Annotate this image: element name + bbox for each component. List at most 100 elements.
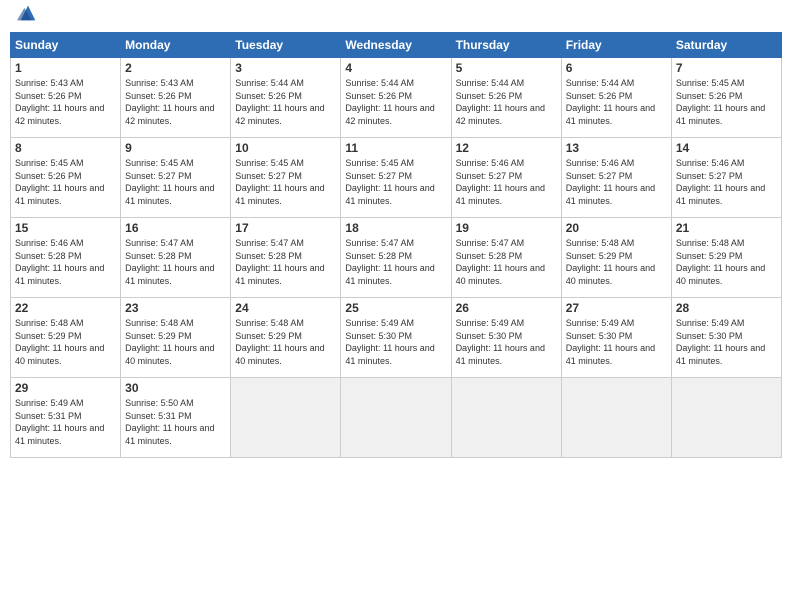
- sunrise-label: Sunrise: 5:46 AM: [456, 158, 525, 168]
- calendar-week-1: 1 Sunrise: 5:43 AM Sunset: 5:26 PM Dayli…: [11, 58, 782, 138]
- sunrise-label: Sunrise: 5:45 AM: [125, 158, 194, 168]
- header-friday: Friday: [561, 33, 671, 58]
- sunrise-label: Sunrise: 5:44 AM: [456, 78, 525, 88]
- header-monday: Monday: [121, 33, 231, 58]
- page-header: [10, 10, 782, 24]
- daylight-label: Daylight: 11 hours and 41 minutes.: [676, 343, 765, 366]
- sunrise-label: Sunrise: 5:48 AM: [15, 318, 84, 328]
- day-number: 26: [456, 301, 557, 315]
- day-number: 14: [676, 141, 777, 155]
- sunrise-label: Sunrise: 5:44 AM: [566, 78, 635, 88]
- calendar-cell: 13 Sunrise: 5:46 AM Sunset: 5:27 PM Dayl…: [561, 138, 671, 218]
- calendar-cell: [671, 378, 781, 458]
- day-info: Sunrise: 5:45 AM Sunset: 5:27 PM Dayligh…: [345, 157, 446, 207]
- day-info: Sunrise: 5:46 AM Sunset: 5:27 PM Dayligh…: [566, 157, 667, 207]
- daylight-label: Daylight: 11 hours and 41 minutes.: [235, 263, 324, 286]
- daylight-label: Daylight: 11 hours and 41 minutes.: [456, 183, 545, 206]
- daylight-label: Daylight: 11 hours and 41 minutes.: [235, 183, 324, 206]
- calendar-cell: 18 Sunrise: 5:47 AM Sunset: 5:28 PM Dayl…: [341, 218, 451, 298]
- sunset-label: Sunset: 5:26 PM: [676, 91, 743, 101]
- day-info: Sunrise: 5:47 AM Sunset: 5:28 PM Dayligh…: [125, 237, 226, 287]
- sunrise-label: Sunrise: 5:45 AM: [15, 158, 84, 168]
- day-info: Sunrise: 5:44 AM Sunset: 5:26 PM Dayligh…: [456, 77, 557, 127]
- day-info: Sunrise: 5:50 AM Sunset: 5:31 PM Dayligh…: [125, 397, 226, 447]
- day-number: 15: [15, 221, 116, 235]
- sunrise-label: Sunrise: 5:50 AM: [125, 398, 194, 408]
- logo: [15, 10, 39, 24]
- sunset-label: Sunset: 5:31 PM: [125, 411, 192, 421]
- sunset-label: Sunset: 5:29 PM: [125, 331, 192, 341]
- day-number: 16: [125, 221, 226, 235]
- calendar-cell: 19 Sunrise: 5:47 AM Sunset: 5:28 PM Dayl…: [451, 218, 561, 298]
- logo-icon: [17, 2, 39, 24]
- sunrise-label: Sunrise: 5:48 AM: [125, 318, 194, 328]
- calendar-body: 1 Sunrise: 5:43 AM Sunset: 5:26 PM Dayli…: [11, 58, 782, 458]
- calendar-cell: 30 Sunrise: 5:50 AM Sunset: 5:31 PM Dayl…: [121, 378, 231, 458]
- day-number: 9: [125, 141, 226, 155]
- calendar-cell: 26 Sunrise: 5:49 AM Sunset: 5:30 PM Dayl…: [451, 298, 561, 378]
- daylight-label: Daylight: 11 hours and 41 minutes.: [345, 343, 434, 366]
- calendar-table: SundayMondayTuesdayWednesdayThursdayFrid…: [10, 32, 782, 458]
- sunset-label: Sunset: 5:28 PM: [15, 251, 82, 261]
- day-number: 22: [15, 301, 116, 315]
- sunrise-label: Sunrise: 5:45 AM: [676, 78, 745, 88]
- day-info: Sunrise: 5:48 AM Sunset: 5:29 PM Dayligh…: [235, 317, 336, 367]
- calendar-cell: 9 Sunrise: 5:45 AM Sunset: 5:27 PM Dayli…: [121, 138, 231, 218]
- day-info: Sunrise: 5:49 AM Sunset: 5:30 PM Dayligh…: [345, 317, 446, 367]
- day-info: Sunrise: 5:45 AM Sunset: 5:27 PM Dayligh…: [235, 157, 336, 207]
- day-number: 6: [566, 61, 667, 75]
- day-number: 30: [125, 381, 226, 395]
- calendar-cell: 25 Sunrise: 5:49 AM Sunset: 5:30 PM Dayl…: [341, 298, 451, 378]
- day-number: 19: [456, 221, 557, 235]
- calendar-cell: 24 Sunrise: 5:48 AM Sunset: 5:29 PM Dayl…: [231, 298, 341, 378]
- calendar-cell: 16 Sunrise: 5:47 AM Sunset: 5:28 PM Dayl…: [121, 218, 231, 298]
- daylight-label: Daylight: 11 hours and 41 minutes.: [15, 423, 104, 446]
- daylight-label: Daylight: 11 hours and 41 minutes.: [456, 343, 545, 366]
- calendar-cell: 5 Sunrise: 5:44 AM Sunset: 5:26 PM Dayli…: [451, 58, 561, 138]
- sunset-label: Sunset: 5:26 PM: [15, 91, 82, 101]
- day-number: 1: [15, 61, 116, 75]
- daylight-label: Daylight: 11 hours and 41 minutes.: [125, 263, 214, 286]
- day-info: Sunrise: 5:46 AM Sunset: 5:27 PM Dayligh…: [456, 157, 557, 207]
- calendar-cell: 3 Sunrise: 5:44 AM Sunset: 5:26 PM Dayli…: [231, 58, 341, 138]
- day-info: Sunrise: 5:44 AM Sunset: 5:26 PM Dayligh…: [235, 77, 336, 127]
- calendar-cell: 17 Sunrise: 5:47 AM Sunset: 5:28 PM Dayl…: [231, 218, 341, 298]
- sunset-label: Sunset: 5:29 PM: [676, 251, 743, 261]
- calendar-cell: 22 Sunrise: 5:48 AM Sunset: 5:29 PM Dayl…: [11, 298, 121, 378]
- daylight-label: Daylight: 11 hours and 41 minutes.: [345, 183, 434, 206]
- logo-text: [15, 10, 39, 24]
- daylight-label: Daylight: 11 hours and 41 minutes.: [566, 103, 655, 126]
- day-info: Sunrise: 5:47 AM Sunset: 5:28 PM Dayligh…: [456, 237, 557, 287]
- daylight-label: Daylight: 11 hours and 41 minutes.: [676, 183, 765, 206]
- day-number: 29: [15, 381, 116, 395]
- day-number: 7: [676, 61, 777, 75]
- calendar-cell: 11 Sunrise: 5:45 AM Sunset: 5:27 PM Dayl…: [341, 138, 451, 218]
- sunrise-label: Sunrise: 5:48 AM: [235, 318, 304, 328]
- sunrise-label: Sunrise: 5:44 AM: [345, 78, 414, 88]
- header-thursday: Thursday: [451, 33, 561, 58]
- sunset-label: Sunset: 5:28 PM: [125, 251, 192, 261]
- sunset-label: Sunset: 5:27 PM: [566, 171, 633, 181]
- calendar-cell: [561, 378, 671, 458]
- daylight-label: Daylight: 11 hours and 41 minutes.: [345, 263, 434, 286]
- sunset-label: Sunset: 5:26 PM: [456, 91, 523, 101]
- calendar-cell: 8 Sunrise: 5:45 AM Sunset: 5:26 PM Dayli…: [11, 138, 121, 218]
- daylight-label: Daylight: 11 hours and 41 minutes.: [566, 343, 655, 366]
- calendar-week-5: 29 Sunrise: 5:49 AM Sunset: 5:31 PM Dayl…: [11, 378, 782, 458]
- sunset-label: Sunset: 5:30 PM: [676, 331, 743, 341]
- calendar-week-2: 8 Sunrise: 5:45 AM Sunset: 5:26 PM Dayli…: [11, 138, 782, 218]
- sunset-label: Sunset: 5:29 PM: [235, 331, 302, 341]
- sunset-label: Sunset: 5:30 PM: [345, 331, 412, 341]
- day-info: Sunrise: 5:49 AM Sunset: 5:30 PM Dayligh…: [456, 317, 557, 367]
- sunset-label: Sunset: 5:27 PM: [125, 171, 192, 181]
- day-number: 8: [15, 141, 116, 155]
- calendar-header-row: SundayMondayTuesdayWednesdayThursdayFrid…: [11, 33, 782, 58]
- sunrise-label: Sunrise: 5:49 AM: [345, 318, 414, 328]
- day-number: 23: [125, 301, 226, 315]
- sunset-label: Sunset: 5:26 PM: [125, 91, 192, 101]
- day-number: 4: [345, 61, 446, 75]
- sunrise-label: Sunrise: 5:49 AM: [456, 318, 525, 328]
- sunset-label: Sunset: 5:26 PM: [235, 91, 302, 101]
- sunset-label: Sunset: 5:26 PM: [15, 171, 82, 181]
- day-number: 3: [235, 61, 336, 75]
